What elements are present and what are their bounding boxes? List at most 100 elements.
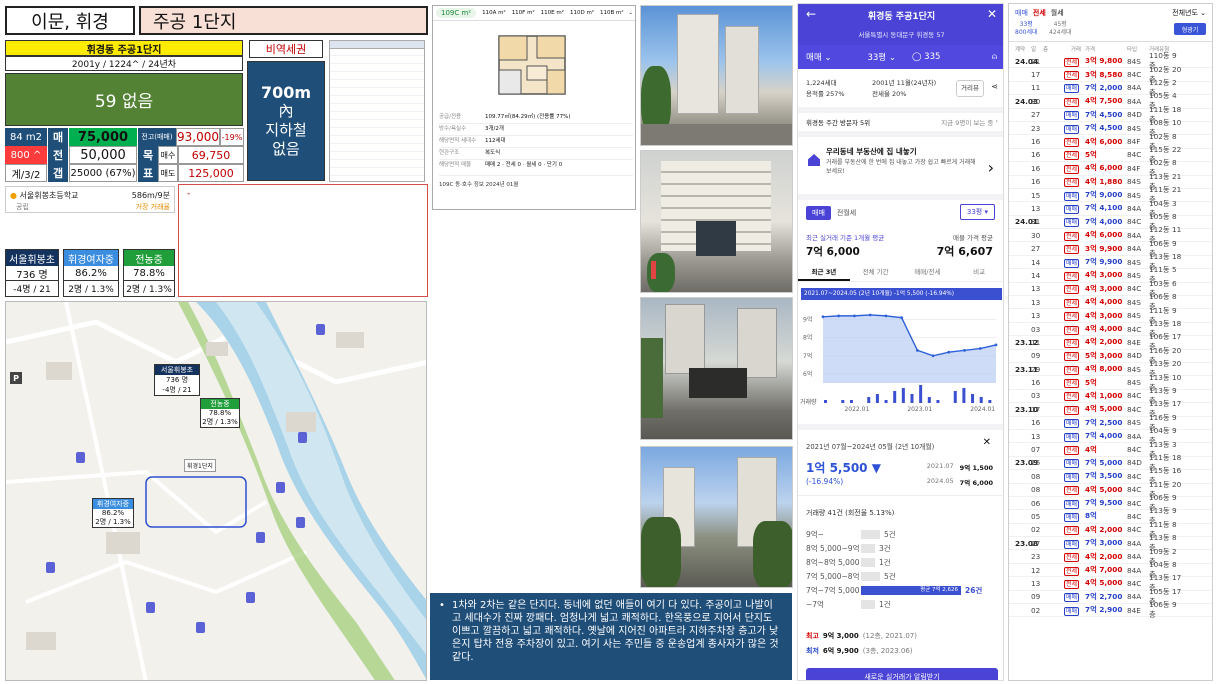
trade-type: 전세	[1063, 365, 1079, 375]
volume-bar	[824, 400, 827, 403]
trade-day: 16	[1031, 177, 1041, 187]
chevron-down-icon: ⌄	[1200, 9, 1206, 17]
fp-val-5: 매매 2 · 전세 0 · 월세 0 · 단기 0	[485, 162, 563, 168]
volume-bar	[875, 394, 879, 403]
volume-bar	[979, 397, 983, 403]
trade-day: 12	[1031, 565, 1041, 575]
map-marker-icon[interactable]	[46, 562, 55, 573]
trade-day: 29	[1031, 364, 1041, 374]
map-marker-icon[interactable]	[146, 602, 155, 613]
area-map[interactable]: P 서울휘봉초 736 명 -4명 / 21 전농중 78.8% 2명 / 1.…	[5, 301, 427, 681]
trade-type: 매매	[1063, 218, 1079, 228]
map-marker-icon[interactable]	[256, 532, 265, 543]
size-chip-1[interactable]: 33평 800세대	[1015, 21, 1038, 37]
trade-tab-monthly[interactable]: 월세	[1051, 8, 1064, 18]
volume-bar	[971, 394, 975, 403]
subtab-all[interactable]: 전체 기간	[850, 266, 902, 281]
site-note: • 1차와 2차는 같은 단지다. 동네에 없던 애들이 여기 다 있다. 주공…	[430, 593, 792, 680]
trade-price: 4억 3,000	[1085, 270, 1123, 280]
map-marker-icon[interactable]	[76, 452, 85, 463]
map-marker-icon[interactable]	[296, 517, 305, 528]
map-label-school-3[interactable]: 휘경여자중 86.2% 2명 / 1.3%	[92, 498, 134, 528]
floorplan-tab-2[interactable]: 110A m²	[482, 10, 506, 16]
trade-area: 84C	[1127, 324, 1142, 334]
map-label-school-2-name: 전농중	[201, 399, 239, 409]
close-icon[interactable]: ✕	[983, 437, 991, 448]
trade-price: 4억 8,000	[1085, 364, 1123, 374]
price-point	[915, 348, 919, 352]
trade-price: 4억 3,000	[1085, 283, 1123, 293]
col-day: 일	[1031, 47, 1037, 53]
promo-banner[interactable]: 우리동네 부동산에 집 내놓기 거래를 부동산에 한 번에 집 내놓고 가장 쉽…	[806, 144, 998, 188]
map-label-school-3-b: 2명 / 1.3%	[95, 518, 131, 526]
map-marker-icon[interactable]	[246, 592, 255, 603]
fp-val-4: 복도식	[485, 150, 501, 156]
street-view-button[interactable]: 거리뷰	[956, 80, 984, 97]
price-point	[900, 316, 904, 320]
fp-footer[interactable]: 109C 동·호수 정보 2024년 01월	[439, 180, 633, 194]
trade-area: 84S	[1127, 123, 1141, 133]
trade-price: 7억 5,000	[1085, 457, 1123, 467]
chart-banner: 2021.07~2024.05 (2년 10개월) -1억 5,500 (-16…	[801, 288, 1002, 300]
price-point	[947, 350, 951, 354]
highlight-toggle[interactable]: 형광기	[1174, 23, 1206, 35]
comment-button[interactable]: ◯ 335	[912, 52, 940, 62]
trade-type: 전세	[1063, 231, 1079, 241]
trade-day: 23	[1031, 123, 1041, 133]
trade-type: 전세	[1063, 446, 1079, 456]
trade-type: 전세	[1063, 405, 1079, 415]
floorplan-tab-5[interactable]: 110D m²	[570, 10, 594, 16]
subtab-3y[interactable]: 최근 3년	[798, 266, 850, 281]
year-filter[interactable]: 전체년도 ⌄	[1172, 8, 1206, 18]
floorplan-tab-1[interactable]: 109C m²	[436, 8, 477, 18]
floorplan-tab-3[interactable]: 110F m²	[512, 10, 535, 16]
bell-icon[interactable]: ⍝	[992, 52, 997, 62]
tab-rent[interactable]: 전월세	[831, 206, 862, 220]
photo-apartment-street	[640, 5, 793, 146]
trade-area: 84E	[1127, 605, 1141, 615]
subtab-sale-rent[interactable]: 매매/전세	[902, 266, 954, 281]
trade-price: 4억 5,000	[1085, 484, 1123, 494]
y-tick-label: 8억	[803, 334, 812, 342]
map-label-school-2[interactable]: 전농중 78.8% 2명 / 1.3%	[200, 398, 240, 428]
col-floor: 층	[1043, 47, 1049, 53]
price-point	[837, 314, 841, 318]
floorplan-tab-4[interactable]: 110E m²	[541, 10, 564, 16]
trade-type: 전세	[1063, 312, 1079, 322]
size-chip-2[interactable]: 45평 424세대	[1049, 21, 1072, 37]
trade-day: 13	[1031, 284, 1041, 294]
chevron-down-icon[interactable]: ⌄	[628, 10, 633, 16]
volume-bar	[901, 388, 905, 403]
table-row[interactable]: 02 매매 7억 2,900 84E 106동 9층	[1009, 600, 1212, 619]
histogram-bar: 평균 7억 2,626	[861, 585, 961, 595]
trade-type: 전세	[1063, 392, 1079, 402]
unit-list-thumbnail	[329, 40, 425, 182]
subtab-compare[interactable]: 비교	[953, 266, 1003, 281]
map-marker-icon[interactable]	[316, 324, 325, 335]
size-select[interactable]: 33평 ⌄	[867, 51, 895, 63]
map-label-school-1[interactable]: 서울휘봉초 736 명 -4명 / 21	[154, 364, 200, 396]
visitors-row[interactable]: 휘경동 주간 방문자 5위 지금 9명이 보는 중 ›	[806, 117, 998, 127]
map-complex-label[interactable]: 휘경1단지	[184, 459, 216, 472]
size-dropdown[interactable]: 33평 ▾	[959, 204, 995, 220]
stat-school-3-name: 전농중	[124, 250, 174, 266]
map-marker-icon[interactable]	[276, 482, 285, 493]
map-marker-icon[interactable]	[196, 622, 205, 633]
trade-tab-sale[interactable]: 매매	[1015, 8, 1028, 18]
trade-tab-jeonse[interactable]: 전세	[1033, 8, 1046, 18]
floorplan-tab-6[interactable]: 110B m²	[600, 10, 624, 16]
share-icon[interactable]: ⋖	[991, 81, 998, 92]
trade-day: 25	[1031, 458, 1041, 468]
trade-type: 매매	[1063, 204, 1079, 214]
price-alert-button[interactable]: 새로운 실거래가 알림받기	[806, 668, 998, 680]
tab-sale[interactable]: 매매	[806, 206, 831, 220]
trade-area: 84S	[1127, 311, 1141, 321]
trade-day: 27	[1031, 538, 1041, 548]
fp-key-1: 공급/전용	[439, 114, 462, 120]
deal-select[interactable]: 매매 ⌄	[806, 51, 831, 63]
trade-price: 4억 2,000	[1085, 551, 1123, 561]
map-marker-icon[interactable]	[298, 432, 307, 443]
sell-value: 125,000	[178, 164, 244, 182]
stat-school-3: 전농중 78.8% 2명 / 1.3%	[123, 249, 175, 297]
end-date: 2024.05	[926, 477, 954, 485]
